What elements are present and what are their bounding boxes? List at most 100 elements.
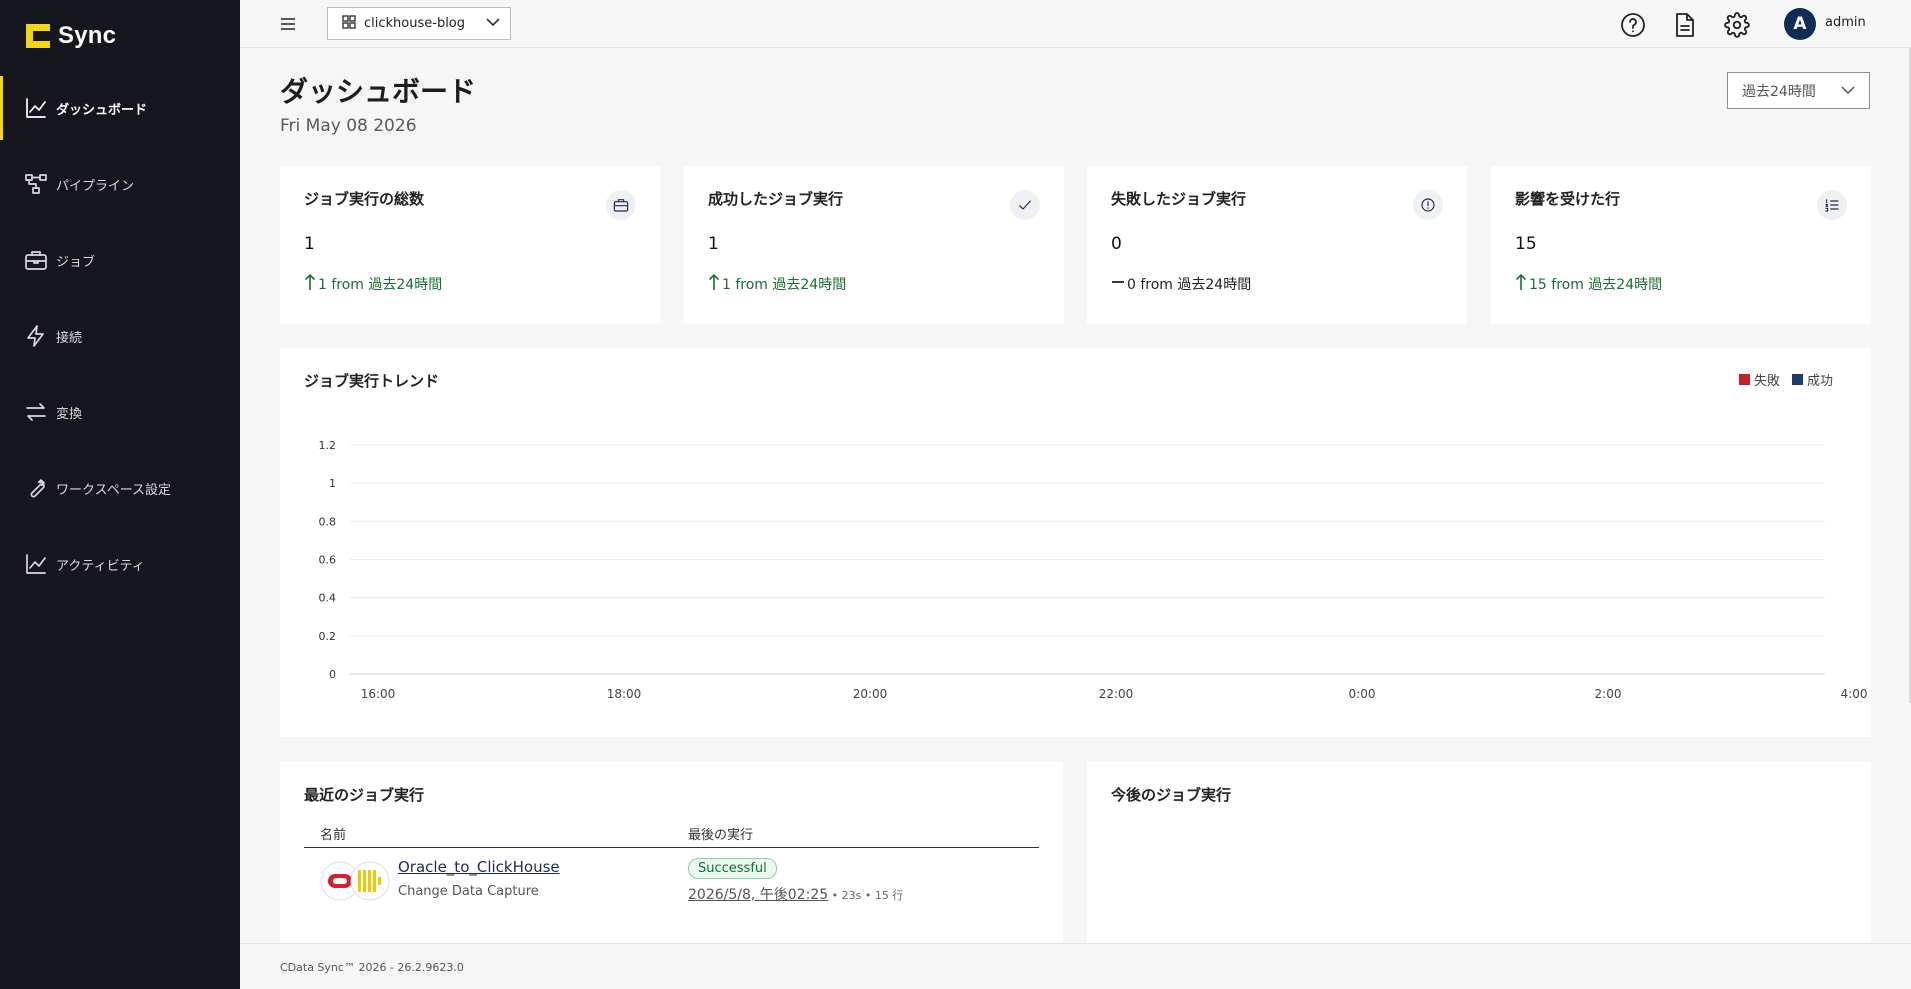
sidebar-item-workspace-settings[interactable]: ワークスペース設定: [0, 456, 240, 520]
table-header: 名前 最後の実行: [304, 822, 1039, 848]
alert-circle-icon: [1413, 190, 1443, 220]
wrench-icon: [24, 476, 48, 500]
sync-logo-icon: [24, 22, 52, 50]
workspace-name: clickhouse-blog: [364, 16, 466, 31]
last-run-meta: • 23s • 15 行: [828, 889, 904, 902]
stat-card-failed-runs: 失敗したジョブ実行 0 0 from 過去24時間: [1087, 166, 1467, 324]
x-tick-label: 22:00: [1099, 687, 1134, 701]
table-row: Oracle_to_ClickHouse Change Data Capture…: [304, 856, 1039, 916]
y-tick-label: 1.2: [319, 439, 337, 452]
stat-title: 影響を受けた行: [1515, 190, 1621, 208]
job-trend-chart: 0 0.2 0.4 0.6 0.8 1 1.2 16:00 18:00 20:00 22:00 0:0…: [319, 439, 1868, 701]
stat-title: ジョブ実行の総数: [304, 190, 425, 208]
y-tick-label: 0.8: [319, 515, 337, 528]
status-badge: Successful: [688, 858, 777, 879]
y-tick-label: 0: [329, 668, 336, 681]
app-logo[interactable]: Sync: [24, 22, 116, 50]
column-header-name[interactable]: 名前: [320, 824, 346, 843]
y-tick-label: 1: [329, 477, 336, 490]
arrow-up-icon: [304, 273, 316, 295]
logo-text: Sync: [58, 22, 117, 49]
time-range-value: 過去24時間: [1742, 83, 1816, 100]
stat-value: 15: [1515, 234, 1537, 254]
numbered-list-icon: [1817, 190, 1847, 220]
stat-card-total-runs: ジョブ実行の総数 1 1 from 過去24時間: [280, 166, 660, 324]
x-tick-label: 20:00: [853, 687, 888, 701]
y-tick-label: 0.2: [319, 630, 337, 643]
x-tick-label: 16:00: [361, 687, 396, 701]
username[interactable]: admin: [1825, 15, 1866, 30]
last-run-link[interactable]: 2026/5/8, 午後02:25: [688, 887, 828, 903]
stat-change: 1 from 過去24時間: [708, 273, 846, 295]
arrow-up-icon: [708, 273, 720, 295]
briefcase-icon: [24, 248, 48, 272]
job-name-link[interactable]: Oracle_to_ClickHouse: [398, 858, 560, 876]
chevron-down-icon: [1841, 83, 1855, 99]
stat-card-affected-rows: 影響を受けた行 15 15 from 過去24時間: [1491, 166, 1871, 324]
stat-value: 1: [708, 234, 719, 254]
stat-card-successful-runs: 成功したジョブ実行 1 1 from 過去24時間: [684, 166, 1064, 324]
sidebar-item-label: 接続: [56, 330, 83, 346]
lightning-icon: [24, 324, 48, 348]
sidebar-item-jobs[interactable]: ジョブ: [0, 228, 240, 292]
sidebar-item-label: パイプライン: [56, 178, 135, 194]
arrow-up-icon: [1515, 273, 1527, 295]
grid-icon: [342, 14, 356, 33]
job-connector-icons: [320, 860, 390, 902]
chart-line-icon: [24, 96, 48, 120]
stat-change: 0 from 過去24時間: [1111, 273, 1251, 295]
dash-icon: [1111, 273, 1125, 295]
recent-job-runs-card: 最近のジョブ実行 名前 最後の実行 Oracle_to_ClickHouse C…: [280, 762, 1063, 943]
sidebar-item-pipeline[interactable]: パイプライン: [0, 152, 240, 216]
help-icon[interactable]: [1620, 12, 1646, 38]
stat-change: 15 from 過去24時間: [1515, 273, 1662, 295]
stat-change: 1 from 過去24時間: [304, 273, 442, 295]
checkmark-icon: [1010, 190, 1040, 220]
x-tick-label: 2:00: [1595, 687, 1622, 701]
footer-version: CData Sync™ 2026 - 26.2.9623.0: [280, 961, 464, 974]
sidebar-nav: ダッシュボード パイプライン ジョブ 接続 変換 ワークスペース設定 アクティビ…: [0, 76, 240, 608]
section-title: 最近のジョブ実行: [304, 786, 425, 804]
job-type: Change Data Capture: [398, 884, 539, 899]
briefcase-icon: [606, 190, 636, 220]
pipeline-icon: [24, 172, 48, 196]
job-trend-chart-card: ジョブ実行トレンド 失敗 成功 0 0.2 0.4 0.6 0.8 1 1.2 16:00 18…: [280, 348, 1871, 737]
y-tick-label: 0.4: [319, 592, 337, 605]
column-header-last-run[interactable]: 最後の実行: [688, 824, 753, 843]
sidebar-item-label: アクティビティ: [56, 558, 145, 574]
sidebar-item-connections[interactable]: 接続: [0, 304, 240, 368]
sidebar-item-activity[interactable]: アクティビティ: [0, 532, 240, 596]
sidebar-item-label: ジョブ: [56, 254, 96, 270]
sidebar-item-transformations[interactable]: 変換: [0, 380, 240, 444]
hamburger-menu-icon[interactable]: [276, 12, 300, 36]
page-title: ダッシュボード: [280, 75, 477, 108]
x-tick-label: 0:00: [1349, 687, 1376, 701]
chevron-down-icon: [486, 16, 500, 31]
section-title: 今後のジョブ実行: [1111, 786, 1232, 804]
time-range-select[interactable]: 過去24時間: [1727, 72, 1870, 109]
avatar[interactable]: A: [1784, 8, 1816, 40]
stat-title: 成功したジョブ実行: [708, 190, 844, 208]
sidebar-item-dashboard[interactable]: ダッシュボード: [0, 76, 240, 140]
stat-value: 0: [1111, 234, 1122, 254]
settings-gear-icon[interactable]: [1724, 12, 1750, 38]
top-bar: clickhouse-blog A admin: [240, 0, 1911, 48]
workspace-selector[interactable]: clickhouse-blog: [327, 7, 511, 40]
footer: CData Sync™ 2026 - 26.2.9623.0: [240, 943, 1911, 989]
page-date: Fri May 08 2026: [280, 116, 417, 136]
document-icon[interactable]: [1672, 12, 1698, 38]
upcoming-job-runs-card: 今後のジョブ実行: [1087, 762, 1871, 943]
clickhouse-icon: [350, 861, 390, 901]
x-tick-label: 18:00: [607, 687, 642, 701]
activity-icon: [24, 552, 48, 576]
y-tick-label: 0.6: [319, 554, 337, 567]
sidebar: Sync ダッシュボード パイプライン ジョブ 接続 変換 ワークスペース設定: [0, 0, 240, 989]
sidebar-item-label: ダッシュボード: [56, 102, 148, 118]
stat-value: 1: [304, 234, 315, 254]
last-run-info: 2026/5/8, 午後02:25 • 23s • 15 行: [688, 884, 903, 904]
transform-arrows-icon: [24, 400, 48, 424]
main-content: ダッシュボード Fri May 08 2026 過去24時間 ジョブ実行の総数 …: [240, 48, 1911, 943]
stat-title: 失敗したジョブ実行: [1111, 190, 1247, 208]
x-tick-label: 4:00: [1841, 687, 1868, 701]
sidebar-item-label: 変換: [56, 406, 83, 422]
